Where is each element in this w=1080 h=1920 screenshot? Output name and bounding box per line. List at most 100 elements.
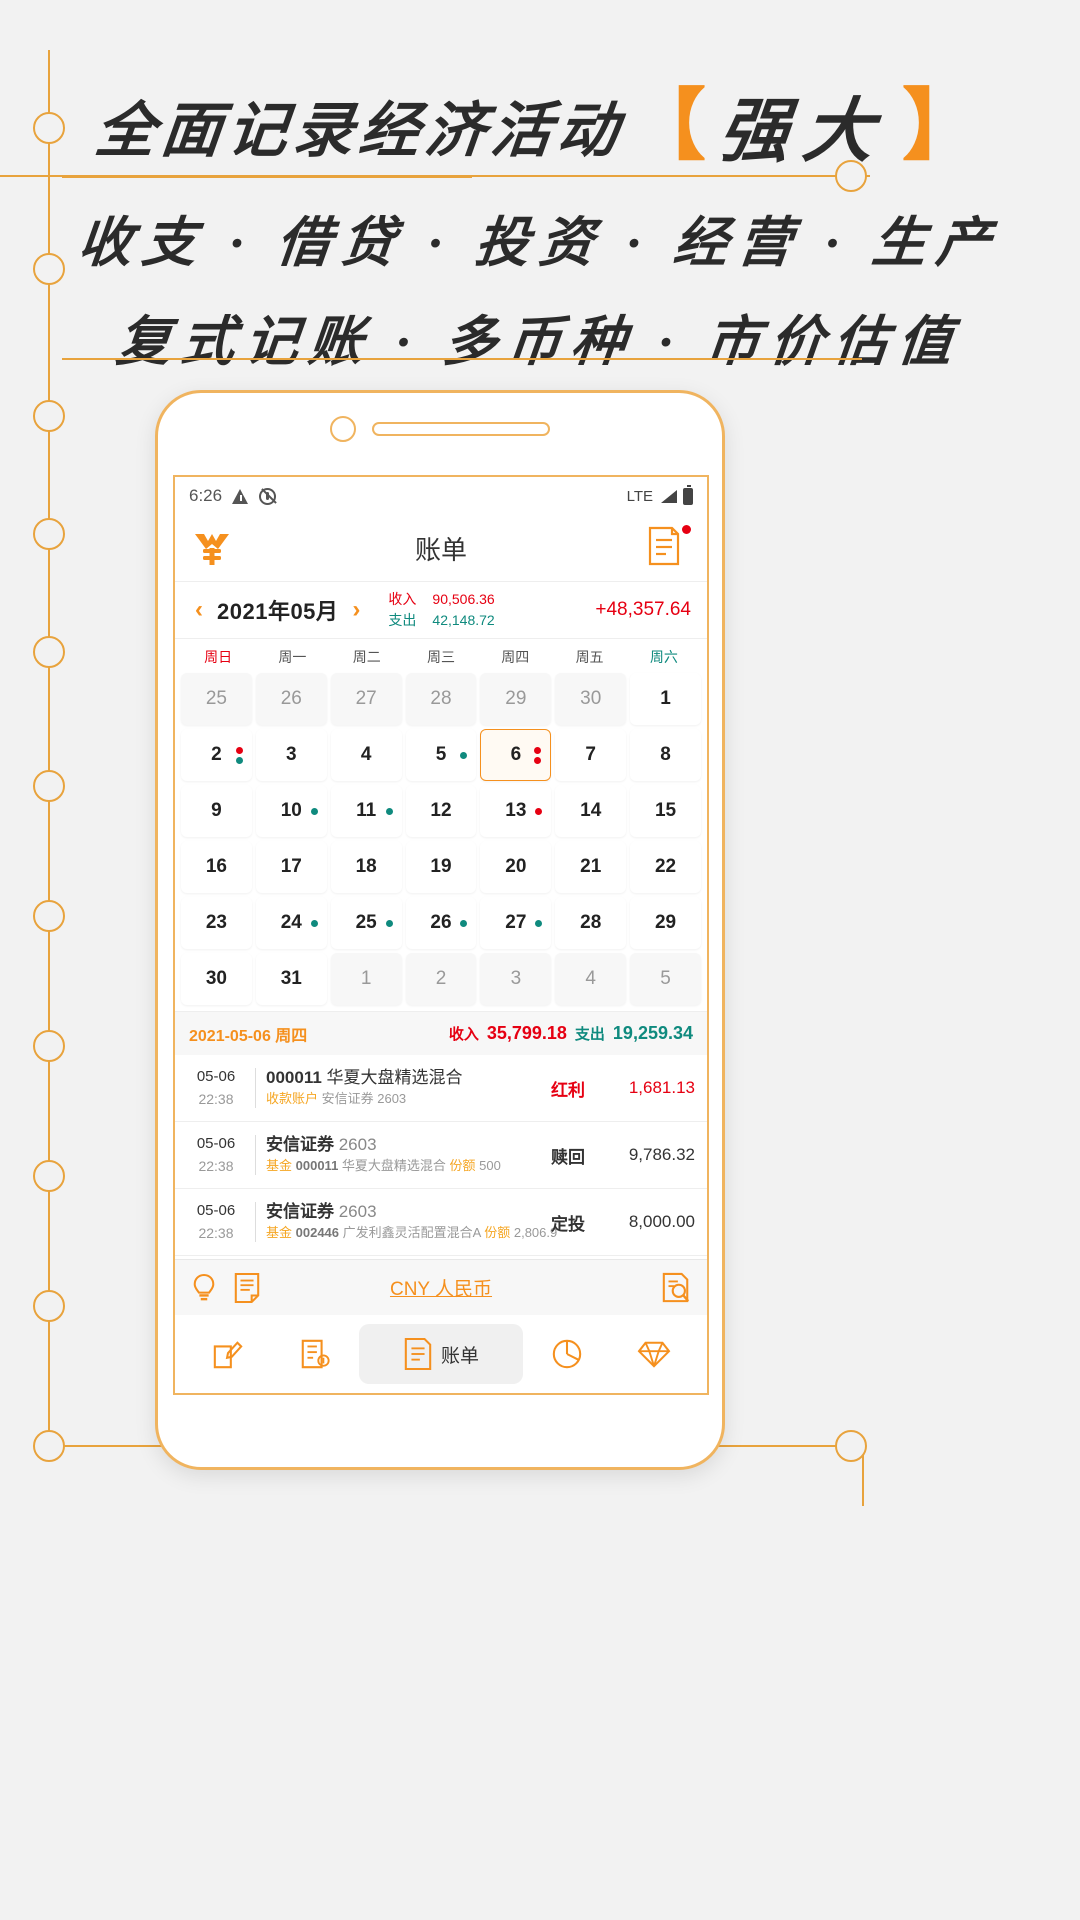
document-search-icon[interactable]	[661, 1272, 691, 1304]
calendar-day[interactable]: 26	[405, 897, 477, 949]
calendar-day-number: 2	[211, 744, 222, 765]
decorative-circle	[33, 1430, 65, 1462]
decorative-circle	[33, 1160, 65, 1192]
calendar-day-dot	[235, 756, 243, 764]
transaction-body: 000011 华夏大盘精选混合 收款账户 安信证券 2603	[266, 1067, 551, 1108]
calendar-day[interactable]: 16	[181, 841, 252, 893]
calendar-day[interactable]: 3	[480, 953, 552, 1005]
month-summary-bar: ‹ 2021年05月 › 收入 90,506.36 支出 42,148.72 +…	[175, 581, 707, 639]
transaction-right: 赎回 9,786.32	[551, 1143, 695, 1168]
day-income-label: 收入	[448, 1026, 479, 1043]
transaction-right: 红利 1,681.13	[551, 1076, 695, 1101]
calendar-day[interactable]: 2	[181, 729, 252, 781]
calendar-day[interactable]: 27	[330, 673, 402, 725]
calendar-day[interactable]: 28	[405, 673, 477, 725]
transaction-date: 05-06 22:38	[187, 1200, 245, 1244]
calendar-day[interactable]: 11	[330, 785, 402, 837]
calendar-day[interactable]: 10	[255, 785, 327, 837]
nav-label-bills: 账单	[440, 1345, 479, 1367]
calendar-day[interactable]: 26	[255, 673, 327, 725]
calendar-day[interactable]: 29	[480, 673, 552, 725]
current-month-label[interactable]: 2021年05月	[217, 594, 338, 626]
calendar-day[interactable]: 19	[405, 841, 477, 893]
transaction-subtitle: 基金 002446 广发利鑫灵活配置混合A 份额 2,806.9	[266, 1225, 558, 1241]
calendar-day-dot	[235, 746, 243, 754]
calendar-day[interactable]: 1	[330, 953, 402, 1005]
next-month-button[interactable]: ›	[344, 596, 368, 624]
calendar-day[interactable]: 31	[255, 953, 327, 1005]
calendar-day[interactable]: 9	[181, 785, 252, 837]
note-document-icon[interactable]	[233, 1272, 261, 1304]
transaction-row[interactable]: 05-06 22:38 安信证券 2603 基金 002446 广发利鑫灵活配置混合A…	[175, 1189, 707, 1256]
calendar-day-number: 27	[505, 912, 527, 933]
transaction-amount: 9,786.32	[628, 1145, 695, 1164]
calendar-day[interactable]: 5	[630, 953, 701, 1005]
prev-month-button[interactable]: ‹	[187, 596, 211, 624]
calendar-day[interactable]: 25	[330, 897, 402, 949]
nav-item-bills[interactable]: 账单	[358, 1324, 524, 1384]
calendar-day[interactable]: 6	[480, 729, 552, 781]
calendar-day-number: 20	[505, 856, 527, 877]
promo-underline	[62, 175, 472, 178]
decorative-circle	[33, 770, 65, 802]
calendar-day[interactable]: 20	[480, 841, 552, 893]
calendar-day[interactable]: 2	[405, 953, 477, 1005]
month-expense-value: 42,148.72	[432, 612, 495, 628]
calendar-day[interactable]: 28	[555, 897, 627, 949]
nav-item-ledger[interactable]	[272, 1324, 359, 1384]
calendar-day[interactable]: 18	[330, 841, 402, 893]
calendar-day[interactable]: 3	[255, 729, 327, 781]
notification-badge	[682, 525, 691, 534]
calendar-day[interactable]: 25	[181, 673, 252, 725]
calendar-day-number: 19	[430, 856, 452, 877]
report-button[interactable]	[647, 525, 691, 570]
calendar-day[interactable]: 30	[555, 673, 627, 725]
calendar-day[interactable]: 15	[630, 785, 701, 837]
transaction-day: 05-06	[196, 1135, 236, 1153]
calendar-day-number: 3	[285, 744, 297, 765]
transaction-list: 05-06 22:38 000011 华夏大盘精选混合 收款账户 安信证券 2603 红…	[175, 1055, 707, 1259]
calendar-day[interactable]: 1	[630, 673, 701, 725]
calendar-day[interactable]: 17	[255, 841, 327, 893]
day-summary-date: 2021-05-06 周四	[189, 1027, 308, 1045]
transaction-row[interactable]: 05-06 22:38 安信证券 2603 基金 000011 华夏大盘精选混合 份额…	[175, 1122, 707, 1189]
calendar-day[interactable]: 24	[255, 897, 327, 949]
app-logo-icon[interactable]	[191, 527, 233, 569]
nav-item-assets[interactable]	[610, 1324, 697, 1384]
calendar-day-number: 26	[280, 688, 302, 709]
nav-item-edit[interactable]	[185, 1324, 272, 1384]
calendar-day[interactable]: 21	[555, 841, 627, 893]
transaction-day: 05-06	[196, 1202, 236, 1220]
weekday-label: 周一	[278, 649, 307, 665]
calendar-day[interactable]: 27	[480, 897, 552, 949]
calendar-day[interactable]: 30	[181, 953, 252, 1005]
calendar-day-dot	[534, 746, 542, 754]
nav-item-charts[interactable]	[523, 1324, 610, 1384]
calendar-day[interactable]: 12	[405, 785, 477, 837]
calendar-day[interactable]: 14	[555, 785, 627, 837]
calendar-day-number: 5	[435, 744, 447, 765]
calendar-day-number: 30	[580, 688, 602, 709]
calendar-day[interactable]: 4	[330, 729, 402, 781]
calendar-day[interactable]: 4	[555, 953, 627, 1005]
transaction-date: 05-06 22:38	[187, 1066, 245, 1110]
calendar-day[interactable]: 7	[555, 729, 627, 781]
calendar-day[interactable]: 23	[181, 897, 252, 949]
promo-line1-strong: 强大	[715, 93, 892, 171]
speaker-grill	[372, 422, 550, 436]
calendar-day-number: 17	[280, 856, 302, 877]
transaction-day: 05-06	[196, 1068, 236, 1086]
transaction-date: 05-06 22:38	[187, 1133, 245, 1177]
calendar-day[interactable]: 13	[480, 785, 552, 837]
transaction-amount: 8,000.00	[628, 1212, 695, 1231]
transaction-row[interactable]: 05-06 22:38 000011 华夏大盘精选混合 收款账户 安信证券 2603 红…	[175, 1055, 707, 1122]
transaction-body: 安信证券 2603 基金 002446 广发利鑫灵活配置混合A 份额 2,806.…	[266, 1201, 558, 1242]
calendar-day[interactable]: 8	[630, 729, 701, 781]
promo-separator-line	[62, 358, 862, 360]
day-income-value: 35,799.18	[486, 1023, 567, 1043]
calendar-day-dot	[310, 807, 318, 815]
lightbulb-icon[interactable]	[191, 1272, 217, 1304]
calendar-day[interactable]: 5	[405, 729, 477, 781]
calendar-day[interactable]: 29	[630, 897, 701, 949]
calendar-day[interactable]: 22	[630, 841, 701, 893]
